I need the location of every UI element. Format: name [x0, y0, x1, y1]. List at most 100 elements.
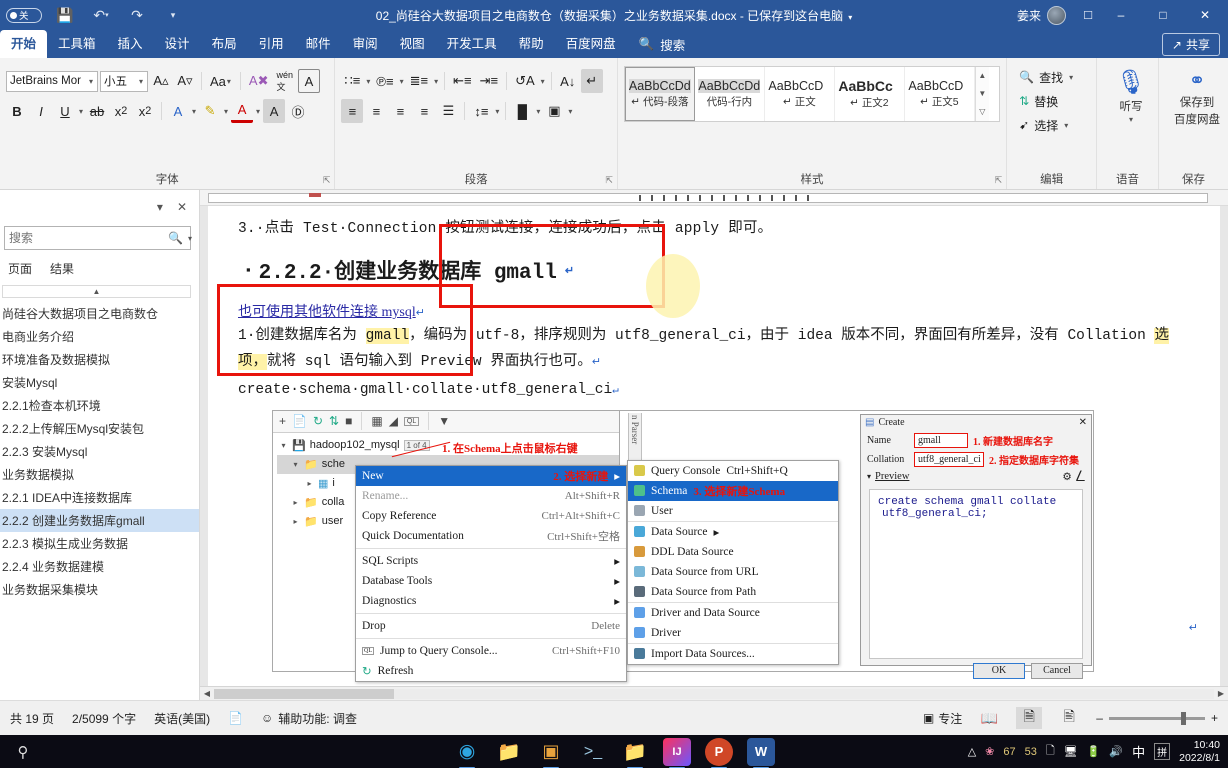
navigation-pane-options-icon[interactable]: ▾	[157, 200, 163, 214]
tab-mailings[interactable]: 邮件	[295, 30, 342, 58]
table-icon[interactable]: ▦	[371, 414, 382, 428]
chevron-down-icon[interactable]: ▾	[867, 472, 871, 481]
strikethrough-icon[interactable]: ab	[86, 99, 108, 123]
styles-dialog-launcher-icon[interactable]: ⇱	[995, 175, 1003, 186]
scroll-right-icon[interactable]: ▶	[1214, 689, 1228, 698]
ime-language-indicator[interactable]: 中	[1132, 742, 1145, 761]
phonetic-guide-icon[interactable]: wén 文	[274, 69, 297, 93]
tab-design[interactable]: 设计	[154, 30, 201, 58]
save-to-netdisk-button[interactable]: ⚭ 保存到 百度网盘	[1165, 62, 1228, 127]
dialog-preview-header[interactable]: ▾ Preview ⚙ ⎳	[861, 469, 1091, 485]
style-item[interactable]: AaBbCcD ↵ 正文	[765, 67, 835, 121]
submenu-item-data-source-from-url[interactable]: Data Source from URL	[628, 562, 838, 582]
font-color-icon[interactable]: A	[231, 99, 254, 123]
font-size-box[interactable]: 小五 ▾	[100, 70, 148, 92]
sync-icon[interactable]: ⇅	[329, 414, 339, 428]
menu-item-diagnostics[interactable]: Diagnostics ▸	[356, 591, 626, 611]
menu-item-jump-to-query-console[interactable]: QL Jump to Query Console... Ctrl+Shift+F…	[356, 641, 626, 661]
borders-icon[interactable]: ▣	[543, 99, 565, 123]
change-case-icon[interactable]: Aa ▾	[207, 69, 235, 93]
sort-icon[interactable]: A↓	[557, 69, 579, 93]
print-layout-icon[interactable]: 🗎	[1016, 707, 1043, 729]
shrink-font-icon[interactable]: A▿	[174, 69, 196, 93]
navigation-collapse-bar[interactable]: ▲	[2, 285, 191, 298]
align-right-icon[interactable]: ≡	[389, 99, 411, 123]
ribbon-display-options-icon[interactable]: ☐	[1076, 4, 1100, 26]
search-input[interactable]	[9, 231, 164, 245]
read-mode-icon[interactable]: 📖	[976, 707, 1002, 729]
close-icon[interactable]: ✕	[1079, 417, 1087, 428]
clear-formatting-icon[interactable]: A✖	[246, 69, 272, 93]
horizontal-scrollbar[interactable]: ◀ ▶	[200, 686, 1228, 700]
name-input[interactable]: gmall	[914, 432, 968, 448]
tab-help[interactable]: 帮助	[508, 30, 555, 58]
document-scroll-region[interactable]: 3.·点击 Test·Connection·按钮测试连接，连接成功后，点击 ap…	[200, 206, 1228, 686]
multilevel-list-icon[interactable]: ≣≡	[407, 69, 431, 93]
nav-tab-results[interactable]: 结果	[50, 260, 74, 277]
document-page[interactable]: 3.·点击 Test·Connection·按钮测试连接，连接成功后，点击 ap…	[208, 206, 1220, 686]
scroll-left-icon[interactable]: ◀	[200, 689, 214, 698]
nav-heading[interactable]: 2.2.2上传解压Mysql安装包	[0, 417, 199, 440]
web-layout-icon[interactable]: 🖹	[1056, 707, 1082, 729]
text-effects-icon[interactable]: A	[167, 99, 189, 123]
stop-icon[interactable]: ■	[345, 414, 352, 428]
chevron-down-icon[interactable]: ▾	[187, 234, 193, 243]
clock[interactable]: 10:40 2022/8/1	[1179, 739, 1222, 763]
submenu-item-import-data-sources[interactable]: Import Data Sources...	[628, 644, 838, 664]
grow-font-icon[interactable]: A▵	[150, 69, 172, 93]
numbering-icon[interactable]: ℗≡	[373, 69, 396, 93]
powerpoint-icon[interactable]: P	[705, 737, 733, 768]
dictate-button[interactable]: 🎙 听写 ▾	[1103, 62, 1159, 124]
customize-qat-icon[interactable]: ▾	[160, 4, 186, 26]
nav-tab-pages[interactable]: 页面	[8, 260, 32, 277]
search-icon[interactable]: 🔍	[168, 231, 183, 245]
chevron-down-icon[interactable]: ▾	[291, 460, 300, 469]
chevron-right-icon[interactable]: ▸	[291, 517, 300, 526]
refresh-icon[interactable]: ↻	[313, 414, 323, 428]
tab-layout[interactable]: 布局	[201, 30, 248, 58]
intellij-icon[interactable]: IJ	[663, 737, 691, 768]
submenu-item-user[interactable]: User	[628, 501, 838, 521]
chevron-up-icon[interactable]: △	[968, 745, 976, 758]
subscript-icon[interactable]: x2	[110, 99, 132, 123]
zoom-control[interactable]: – +	[1096, 711, 1218, 725]
zoom-slider-knob[interactable]	[1180, 711, 1186, 725]
link-mysql-tool[interactable]: 也可使用其他软件连接 mysql	[238, 305, 416, 320]
italic-icon[interactable]: I	[30, 99, 52, 123]
tab-baidu-netdisk[interactable]: 百度网盘	[555, 30, 627, 58]
menu-item-quick-documentation[interactable]: Quick Documentation Ctrl+Shift+空格	[356, 526, 626, 546]
scrollbar-thumb[interactable]	[214, 688, 394, 699]
nav-heading[interactable]: 电商业务介绍	[0, 325, 199, 348]
scroll-down-icon[interactable]: ▼	[976, 85, 989, 103]
copy-icon[interactable]: 📄	[292, 414, 307, 428]
decrease-indent-icon[interactable]: ⇤≡	[450, 69, 474, 93]
font-dialog-launcher-icon[interactable]: ⇱	[323, 175, 331, 186]
submenu-item-data-source[interactable]: Data Source ▸	[628, 522, 838, 542]
find-button[interactable]: 🔍 查找 ▾	[1013, 66, 1090, 88]
bold-icon[interactable]: B	[6, 99, 28, 123]
diagram-icon[interactable]: ◢	[389, 414, 398, 428]
menu-item-new[interactable]: New 2. 选择新建 ▸	[356, 465, 626, 486]
filter-icon[interactable]: ▼	[438, 414, 450, 428]
asian-layout-icon[interactable]: ↺A	[512, 69, 538, 93]
nav-heading[interactable]: 安装Mysql	[0, 371, 199, 394]
cancel-button[interactable]: Cancel	[1031, 662, 1083, 679]
battery-icon[interactable]: 🔋	[1087, 745, 1101, 758]
underline-icon[interactable]: U	[54, 99, 76, 123]
shading-icon[interactable]: █	[511, 99, 533, 123]
submenu-item-schema[interactable]: Schema 3. 选择新建Schema	[628, 480, 838, 501]
align-center-icon[interactable]: ≡	[365, 99, 387, 123]
horizontal-ruler[interactable]	[200, 190, 1228, 206]
ime-mode-indicator[interactable]: 拼	[1154, 743, 1171, 760]
menu-item-refresh[interactable]: ↻ Refresh	[356, 661, 626, 681]
character-shading-icon[interactable]: A	[263, 99, 286, 123]
chevron-right-icon[interactable]: ▸	[291, 498, 300, 507]
close-icon[interactable]: ✕	[177, 200, 187, 214]
tab-view[interactable]: 视图	[389, 30, 436, 58]
submenu-item-query-console[interactable]: Query Console Ctrl+Shift+Q	[628, 461, 838, 481]
menu-item-drop[interactable]: Drop Delete	[356, 616, 626, 636]
word-icon[interactable]: W	[747, 737, 775, 768]
scroll-up-icon[interactable]: ▲	[976, 67, 989, 85]
gear-icon[interactable]: ⚙	[1062, 471, 1071, 483]
replace-button[interactable]: ⇅ 替换	[1013, 90, 1090, 112]
